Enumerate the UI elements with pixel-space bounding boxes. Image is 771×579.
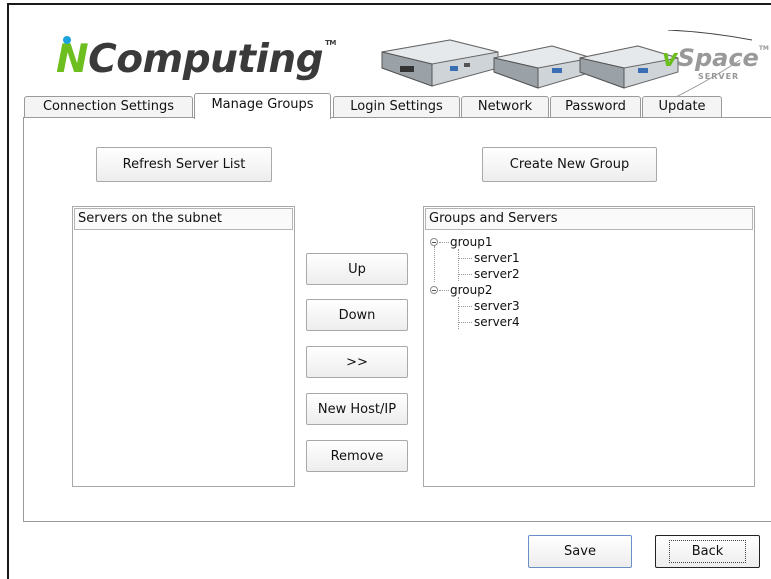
tree-line [458, 306, 472, 307]
tree-line [458, 274, 472, 275]
groups-tree-header: Groups and Servers [425, 208, 753, 230]
tree-node-server3[interactable]: server3 [474, 298, 520, 314]
collapse-group2-icon[interactable] [430, 286, 438, 294]
device-1 [381, 39, 499, 87]
tree-line [439, 242, 449, 243]
ncomputing-logo: NComputing TM [56, 36, 336, 82]
servers-on-subnet-list[interactable]: Servers on the subnet [72, 206, 295, 487]
down-button[interactable]: Down [306, 299, 408, 331]
tree-node-server2[interactable]: server2 [474, 266, 520, 282]
move-right-button[interactable]: >> [306, 346, 408, 378]
tree-node-group1[interactable]: group1 [450, 234, 493, 250]
servers-list-header: Servers on the subnet [74, 208, 293, 230]
tree-line [458, 249, 459, 281]
tree-line [458, 258, 472, 259]
tab-update[interactable]: Update [642, 96, 722, 118]
tree-node-server4[interactable]: server4 [474, 314, 520, 330]
tree-node-group2[interactable]: group2 [450, 282, 493, 298]
back-button[interactable]: Back [655, 535, 760, 568]
save-button[interactable]: Save [528, 535, 632, 568]
back-button-label: Back [668, 540, 747, 563]
tree-node-server1[interactable]: server1 [474, 250, 520, 266]
logo-dot [63, 36, 71, 44]
tree-line [434, 246, 435, 282]
vspace-subtitle: SERVER [698, 72, 740, 81]
collapse-group1-icon[interactable] [430, 238, 438, 246]
tree-line [439, 290, 449, 291]
groups-and-servers-tree[interactable]: Groups and Servers group1 server1 server… [423, 206, 755, 487]
tab-manage-groups[interactable]: Manage Groups [194, 93, 331, 119]
tree-line [458, 322, 472, 323]
new-host-ip-button[interactable]: New Host/IP [306, 393, 408, 425]
create-new-group-button[interactable]: Create New Group [482, 147, 657, 182]
vspace-logo: vSpaceTM [662, 44, 769, 72]
tab-login-settings[interactable]: Login Settings [333, 96, 460, 118]
up-button[interactable]: Up [306, 253, 408, 285]
remove-button[interactable]: Remove [306, 440, 408, 472]
tab-network[interactable]: Network [461, 96, 549, 118]
device-2 [493, 45, 593, 89]
tab-connection-settings[interactable]: Connection Settings [24, 96, 193, 118]
tree-line [458, 297, 459, 329]
refresh-server-list-button[interactable]: Refresh Server List [96, 147, 272, 182]
tab-password[interactable]: Password [550, 96, 641, 118]
